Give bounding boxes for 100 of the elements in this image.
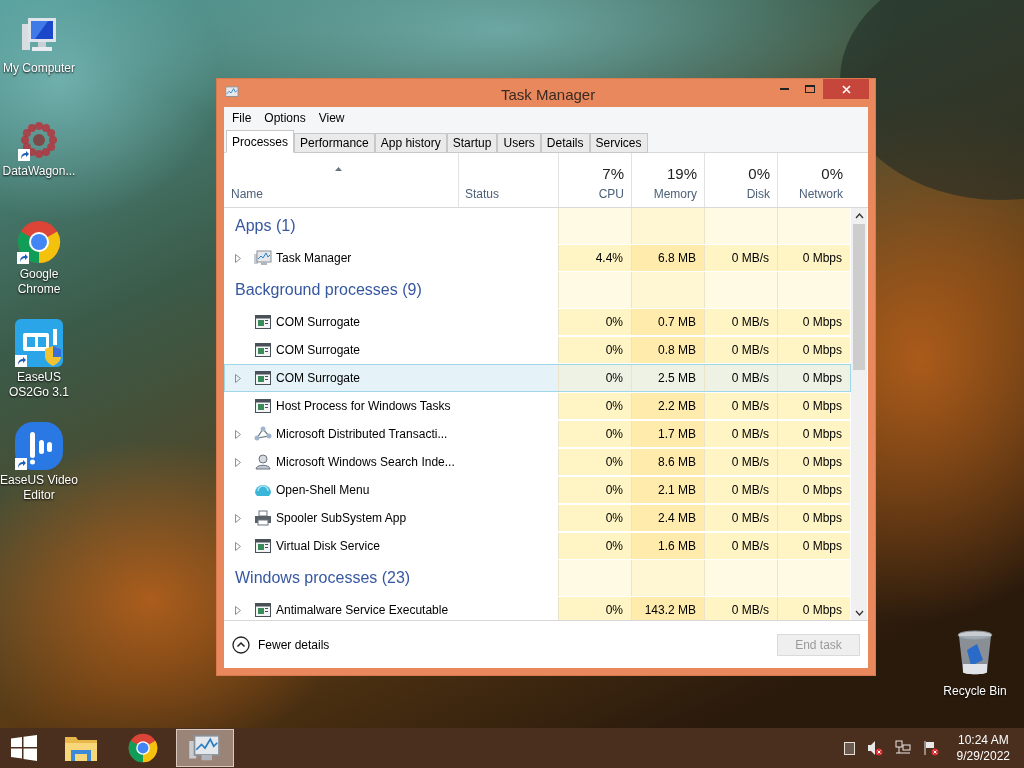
expand-arrow-icon[interactable] [235,513,241,523]
process-name: Virtual Disk Service [276,538,380,555]
metric-value: 4.4% [595,250,623,267]
tab[interactable]: Users [497,133,541,153]
metric-value: 0 MB/s [731,538,769,555]
process-name: Microsoft Distributed Transacti... [276,426,448,443]
metric-value: 0.7 MB [658,314,696,331]
network-nodes-icon [254,426,272,442]
desktop-icon-label[interactable]: EaseUS Video Editor [0,473,78,503]
windows-logo-icon [11,735,37,761]
metric-value: 0 Mbps [802,342,842,359]
network-icon[interactable] [894,740,911,756]
close-button[interactable] [823,79,869,99]
metric-value: 0 MB/s [731,602,769,619]
expand-arrow-icon[interactable] [235,373,241,383]
process-row[interactable]: Microsoft Distributed Transacti... 0% 1.7 MB 0 MB/s 0 Mbps [224,420,851,448]
metric-value: 2.1 MB [658,482,696,499]
metric-value: 0 Mbps [802,482,842,499]
metric-value: 0 MB/s [731,398,769,415]
process-row[interactable]: Spooler SubSystem App 0% 2.4 MB 0 MB/s 0 Mbps [224,504,851,532]
window-icon [255,539,271,553]
metric-value: 0% [605,510,623,527]
fewer-details-button[interactable]: Fewer details [232,635,330,654]
process-name: Open-Shell Menu [276,482,370,499]
desktop-icon-label[interactable]: Google Chrome [0,267,78,297]
desktop-icon-label[interactable]: EaseUS OS2Go 3.1 [0,370,78,400]
desktop-icon-label[interactable]: Recycle Bin [943,682,1007,700]
process-row[interactable]: Virtual Disk Service 0% 1.6 MB 0 MB/s 0 Mbps [224,532,851,560]
process-row[interactable]: COM Surrogate 0% 0.7 MB 0 MB/s 0 Mbps [224,308,851,336]
metric-value: 0 Mbps [802,314,842,331]
tab[interactable]: Details [540,133,590,153]
tab[interactable]: Performance [294,133,375,153]
process-row[interactable]: COM Surrogate 0% 0.8 MB 0 MB/s 0 Mbps [224,336,851,364]
scroll-down-icon[interactable] [854,610,864,616]
chrome-icon [17,220,61,264]
metric-value: 0 Mbps [802,538,842,555]
metric-value: 0 MB/s [731,314,769,331]
process-row[interactable]: COM Surrogate 0% 2.5 MB 0 MB/s 0 Mbps [224,364,851,392]
window-icon [255,343,271,357]
metric-value: 2.5 MB [658,370,696,387]
process-row[interactable]: Open-Shell Menu 0% 2.1 MB 0 MB/s 0 Mbps [224,476,851,504]
menu-item[interactable]: File [232,109,252,127]
expand-arrow-icon[interactable] [235,253,241,263]
process-row[interactable]: Task Manager 4.4% 6.8 MB 0 MB/s 0 Mbps [224,244,851,272]
metric-value: 2.2 MB [658,398,696,415]
column-header[interactable]: Disk [746,185,770,203]
shell-icon [254,482,272,498]
scrollbar[interactable] [851,208,867,620]
column-header[interactable]: Network [799,185,843,203]
column-header[interactable]: Name [231,185,458,203]
process-name: COM Surrogate [276,314,361,331]
metric-value: 0 Mbps [802,454,842,471]
chrome-icon [128,733,158,763]
menu-item[interactable]: View [318,109,345,127]
metric-value: 0% [605,370,623,387]
tab[interactable]: App history [374,133,447,153]
metric-value: 0% [605,538,623,555]
scroll-up-icon[interactable] [854,213,864,219]
chevron-up-circle-icon [232,635,250,654]
maximize-icon [805,85,815,93]
metric-value: 0 Mbps [802,398,842,415]
process-name: Task Manager [276,250,352,267]
flag-icon[interactable] [922,740,939,756]
metric-value: 0 MB/s [731,454,769,471]
expand-arrow-icon[interactable] [235,429,241,439]
column-header[interactable]: Status [465,185,500,203]
process-row[interactable]: Antimalware Service Executable 0% 143.2 MB 0 MB/s 0 Mbps [224,596,851,620]
tab[interactable]: Startup [446,133,498,153]
app-icon [222,86,240,100]
metric-value: 0 Mbps [802,370,842,387]
metric-value: 0% [605,602,623,619]
metric-value: 143.2 MB [644,602,696,619]
show-desktop-icon[interactable] [843,741,855,755]
scrollbar-thumb[interactable] [853,224,865,370]
close-icon [841,84,851,94]
desktop-icon-label[interactable]: DataWagon... [2,164,76,179]
group-heading: Windows processes (23) [235,568,411,588]
menu-item[interactable]: Options [264,109,306,127]
expand-arrow-icon[interactable] [235,457,241,467]
process-name: COM Surrogate [276,370,361,387]
metric-value: 0 MB/s [731,342,769,359]
expand-arrow-icon[interactable] [235,605,241,615]
process-row[interactable]: Microsoft Windows Search Inde... 0% 8.6 MB 0 MB/s 0 Mbps [224,448,851,476]
metric-value: 0 Mbps [802,426,842,443]
metric-value: 0% [605,426,623,443]
monitor-chart-icon [254,250,272,266]
tab[interactable]: Processes [226,130,295,153]
process-row[interactable]: Host Process for Windows Tasks 0% 2.2 MB 0 MB/s 0 Mbps [224,392,851,420]
window-icon [255,315,271,329]
metric-value: 0 MB/s [731,510,769,527]
tab[interactable]: Services [589,133,648,153]
metric-value: 2.4 MB [658,510,696,527]
usage-percent: 0% [821,165,843,183]
column-header[interactable]: Memory [653,185,697,203]
expand-arrow-icon[interactable] [235,541,241,551]
clock-time[interactable]: 10:24 AM [957,732,1009,748]
clock-date[interactable]: 9/29/2022 [956,748,1010,764]
sort-arrow-icon [335,167,342,171]
muted-speaker-icon[interactable] [866,740,883,756]
column-header[interactable]: CPU [598,185,624,203]
